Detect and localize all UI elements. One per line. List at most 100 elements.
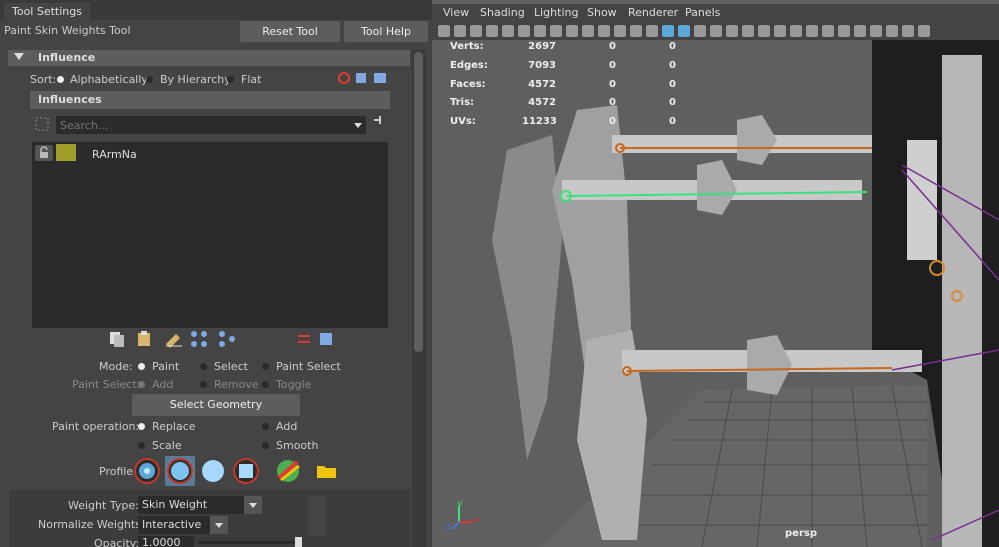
profile-texture-button[interactable] <box>273 456 303 486</box>
sort-alphabetically-label: Alphabetically <box>70 73 148 86</box>
opacity-slider-handle[interactable] <box>295 537 302 547</box>
influences-list-header: Influences <box>30 91 390 109</box>
mode-paint-radio[interactable] <box>138 363 145 370</box>
hud-verts-selected: 0 <box>609 41 616 52</box>
mode-paint-select-label: Paint Select <box>276 360 341 373</box>
influence-frame-header[interactable]: Influence <box>8 50 410 66</box>
xray-joints-icon[interactable] <box>838 25 850 37</box>
influence-search-field[interactable] <box>56 116 366 134</box>
sort-flat-radio[interactable] <box>227 76 234 83</box>
viewport-scene[interactable] <box>432 40 999 547</box>
grid-icon[interactable] <box>534 25 546 37</box>
backface-culling-icon[interactable] <box>854 25 866 37</box>
field-chart-icon[interactable] <box>598 25 610 37</box>
paint-select-add-radio[interactable] <box>138 381 145 388</box>
paint-select-add-label: Add <box>152 378 174 391</box>
mode-select-radio[interactable] <box>200 363 207 370</box>
axis-z-label: z <box>446 522 451 532</box>
search-dropdown-icon[interactable] <box>354 123 362 128</box>
paint-operation-smooth-radio[interactable] <box>262 442 269 449</box>
wireframe-on-shaded-icon[interactable] <box>678 25 690 37</box>
hud-tris-label: Tris: <box>450 97 475 108</box>
gate-mask-icon[interactable] <box>582 25 594 37</box>
mode-paint-select-radio[interactable] <box>262 363 269 370</box>
normalize-weights-dropdown[interactable]: Interactive <box>138 516 210 534</box>
safe-action-icon[interactable] <box>614 25 626 37</box>
exposure-icon[interactable] <box>870 25 882 37</box>
paint-operation-replace-radio[interactable] <box>138 423 145 430</box>
paint-operation-add-radio[interactable] <box>262 423 269 430</box>
tab-bar: Tool Settings <box>0 0 432 20</box>
normalize-weights-dropdown-arrow-icon[interactable] <box>210 516 228 534</box>
lights-icon[interactable] <box>710 25 722 37</box>
menu-shading[interactable]: Shading <box>480 6 525 19</box>
depth-of-field-icon[interactable] <box>790 25 802 37</box>
image-plane-icon[interactable] <box>486 25 498 37</box>
tool-settings-panel: Tool Settings Paint Skin Weights Tool Re… <box>0 0 432 547</box>
menu-show[interactable]: Show <box>587 6 617 19</box>
camera-attributes-icon[interactable] <box>454 25 466 37</box>
film-gate-icon[interactable] <box>550 25 562 37</box>
select-filter-icon[interactable] <box>35 117 49 131</box>
paint-operation-scale-radio[interactable] <box>138 442 145 449</box>
hud-verts-label: Verts: <box>450 41 484 52</box>
tab-tool-settings[interactable]: Tool Settings <box>4 3 90 20</box>
gamma-icon[interactable] <box>886 25 898 37</box>
wireframe-icon[interactable] <box>646 25 658 37</box>
weight-type-dropdown-arrow-icon[interactable] <box>244 496 262 514</box>
safe-title-icon[interactable] <box>630 25 642 37</box>
menu-view[interactable]: View <box>443 6 469 19</box>
influences-list[interactable]: RArmNa <box>32 142 388 328</box>
menu-renderer[interactable]: Renderer <box>628 6 678 19</box>
sort-alphabetically-radio[interactable] <box>57 76 64 83</box>
viewport-panel[interactable]: View Shading Lighting Show Renderer Pane… <box>432 0 999 547</box>
lock-icon[interactable] <box>35 145 53 161</box>
view-transform-icon[interactable] <box>918 25 930 37</box>
bookmarks-icon[interactable] <box>470 25 482 37</box>
shadows-icon[interactable] <box>726 25 738 37</box>
pin-icon[interactable] <box>372 114 386 126</box>
paint-select-remove-radio[interactable] <box>200 381 207 388</box>
reset-tool-button[interactable]: Reset Tool <box>240 21 340 42</box>
weight-type-dropdown[interactable]: Skin Weight <box>138 496 244 514</box>
hud-tris-value: 4572 <box>528 97 556 108</box>
textured-icon[interactable] <box>694 25 706 37</box>
influence-tools-icons[interactable] <box>108 330 348 348</box>
paint-operation-label: Paint operation: <box>52 420 140 433</box>
grease-pencil-icon[interactable] <box>518 25 530 37</box>
sort-by-hierarchy-radio[interactable] <box>146 76 153 83</box>
camera-name-label: persp <box>785 528 817 539</box>
ambient-occlusion-icon[interactable] <box>742 25 754 37</box>
bone-upper-joint <box>737 115 777 165</box>
smooth-shade-icon[interactable] <box>662 25 674 37</box>
profile-solid-button[interactable] <box>198 456 228 486</box>
resolution-gate-icon[interactable] <box>566 25 578 37</box>
hud-edges-label: Edges: <box>450 60 488 71</box>
anti-aliasing-icon[interactable] <box>774 25 786 37</box>
color-management-icon[interactable] <box>902 25 914 37</box>
xray-icon[interactable] <box>822 25 834 37</box>
list-item[interactable]: RArmNa <box>32 142 388 164</box>
tool-help-button[interactable]: Tool Help <box>344 21 428 42</box>
influence-list-options-icons[interactable] <box>336 70 392 86</box>
isolate-select-icon[interactable] <box>806 25 818 37</box>
profile-soft-button[interactable] <box>165 456 195 486</box>
folder-icon[interactable] <box>312 456 342 486</box>
menu-lighting[interactable]: Lighting <box>534 6 578 19</box>
profile-square-button[interactable] <box>231 456 261 486</box>
two-d-pan-zoom-icon[interactable] <box>502 25 514 37</box>
opacity-slider[interactable] <box>198 541 302 544</box>
panel-scrollbar-thumb[interactable] <box>414 52 423 352</box>
profile-gaussian-button[interactable] <box>132 456 162 486</box>
hud-faces-value: 4572 <box>528 79 556 90</box>
menu-panels[interactable]: Panels <box>685 6 720 19</box>
influence-color-swatch[interactable] <box>56 144 76 161</box>
collapse-arrow-icon[interactable] <box>14 53 24 60</box>
select-geometry-button[interactable]: Select Geometry <box>132 394 300 416</box>
select-camera-icon[interactable] <box>438 25 450 37</box>
paint-operation-add-label: Add <box>276 420 298 433</box>
opacity-field[interactable]: 1.0000 <box>138 536 194 547</box>
paint-select-toggle-radio[interactable] <box>262 381 269 388</box>
motion-blur-icon[interactable] <box>758 25 770 37</box>
influence-search-input[interactable] <box>56 116 346 134</box>
